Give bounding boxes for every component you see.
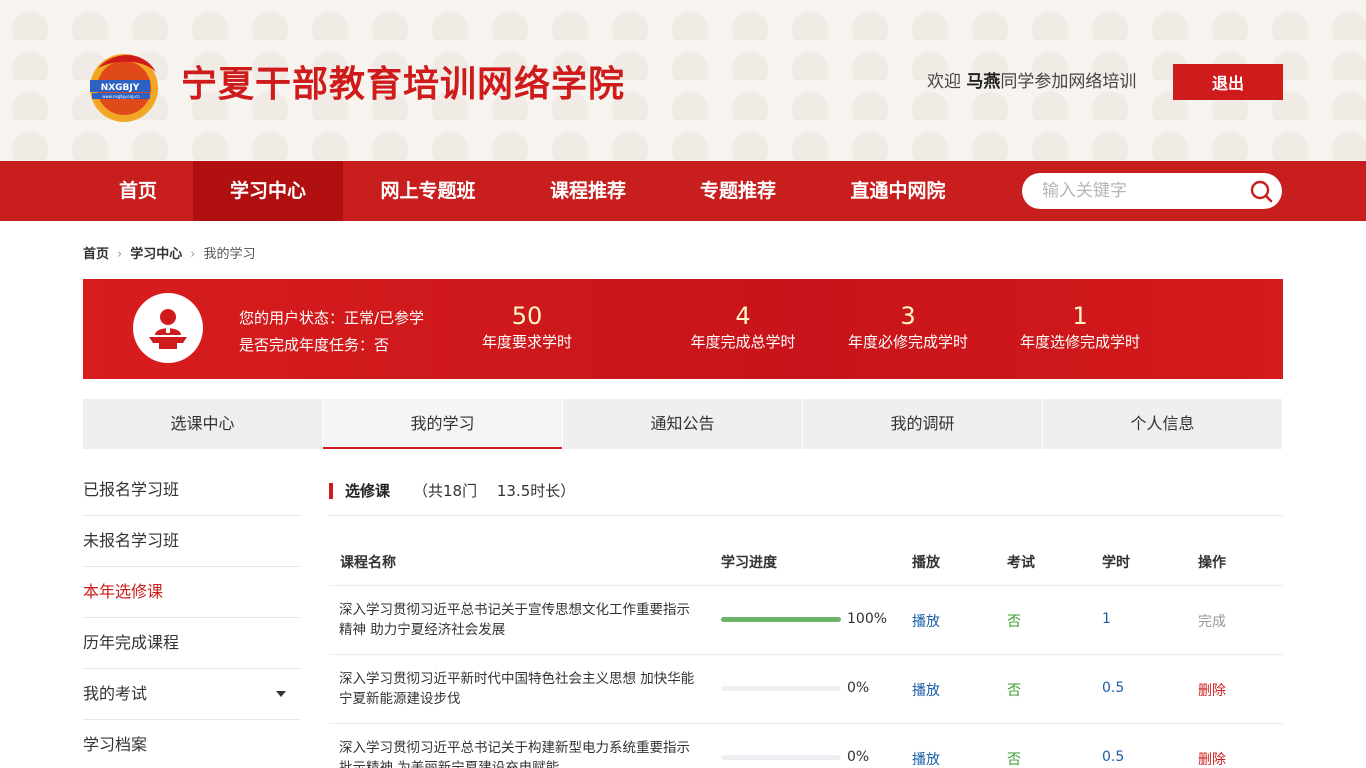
logo-text: NXGBJY	[101, 83, 140, 93]
chevron-right-icon: ›	[117, 247, 123, 262]
table-row: 深入学习贯彻习近平总书记关于构建新型电力系统重要指示批示精神 为美丽新宁夏建设充…	[329, 724, 1283, 768]
stat-required-hours: 50 年度要求学时	[467, 301, 587, 353]
course-table: 课程名称 学习进度 播放 考试 学时 操作 深入学习贯彻习近平总书记关于宣传思想…	[329, 537, 1283, 768]
site-header: NXGBJY www.nxgbjy.org.cn 宁夏干部教育培训网络学院 欢迎…	[0, 0, 1366, 161]
nav-item-learning-center[interactable]: 学习中心	[193, 161, 343, 221]
progress-bar	[721, 686, 841, 691]
delete-link[interactable]: 删除	[1198, 749, 1226, 768]
site-logo[interactable]: NXGBJY www.nxgbjy.org.cn	[84, 46, 162, 124]
progress-percent: 100%	[847, 611, 888, 627]
nav-item-home[interactable]: 首页	[83, 161, 193, 221]
user-status: 您的用户状态：正常/已参学 是否完成年度任务：否	[239, 305, 424, 359]
breadcrumb: 首页 › 学习中心 › 我的学习	[83, 243, 255, 262]
stat-value: 3	[900, 302, 916, 330]
sidebar: 已报名学习班 未报名学习班 本年选修课 历年完成课程 我的考试 学习档案	[83, 465, 300, 768]
welcome-prefix: 欢迎	[927, 72, 967, 92]
section-header: 选修课 （共18门 13.5时长）	[329, 478, 1283, 516]
nav-item-course-recommend[interactable]: 课程推荐	[513, 161, 663, 221]
tab-my-surveys[interactable]: 我的调研	[803, 399, 1042, 449]
user-name: 马燕	[966, 72, 1001, 92]
play-link[interactable]: 播放	[912, 749, 940, 768]
search-box	[1022, 173, 1282, 209]
main-nav: 首页 学习中心 网上专题班 课程推荐 专题推荐 直通中网院	[0, 161, 1366, 221]
course-name: 深入学习贯彻习近平新时代中国特色社会主义思想 加快华能宁夏新能源建设步伐	[339, 671, 695, 707]
breadcrumb-home[interactable]: 首页	[83, 243, 109, 262]
stat-value: 50	[511, 302, 543, 330]
search-input[interactable]	[1042, 179, 1242, 203]
sidebar-item-label: 我的考试	[83, 684, 148, 703]
nav-item-cela[interactable]: 直通中网院	[813, 161, 983, 221]
tab-course-selection[interactable]: 选课中心	[83, 399, 322, 449]
tab-profile[interactable]: 个人信息	[1043, 399, 1282, 449]
stat-label: 年度选修完成学时	[1019, 333, 1140, 351]
breadcrumb-learning-center[interactable]: 学习中心	[130, 243, 182, 262]
logout-button[interactable]: 退出	[1173, 64, 1283, 100]
col-header-progress: 学习进度	[721, 555, 777, 571]
stat-label: 年度完成总学时	[690, 333, 796, 351]
site-title: 宁夏干部教育培训网络学院	[181, 64, 626, 105]
col-header-play: 播放	[912, 555, 940, 571]
search-icon[interactable]	[1249, 179, 1273, 203]
breadcrumb-current: 我的学习	[203, 247, 256, 262]
user-stats-banner: 您的用户状态：正常/已参学 是否完成年度任务：否 50 年度要求学时 4 年度完…	[83, 279, 1283, 379]
nav-item-online-classes[interactable]: 网上专题班	[343, 161, 513, 221]
exam-status: 否	[1007, 614, 1021, 630]
stat-label: 年度要求学时	[481, 333, 572, 351]
stat-completed-total-hours: 4 年度完成总学时	[680, 301, 806, 353]
sidebar-item-elective-this-year[interactable]: 本年选修课	[83, 567, 300, 618]
col-header-hours: 学时	[1102, 555, 1130, 571]
col-header-course-name: 课程名称	[340, 555, 396, 571]
col-header-actions: 操作	[1198, 555, 1226, 571]
progress-percent: 0%	[847, 680, 870, 696]
tab-my-learning[interactable]: 我的学习	[323, 399, 562, 449]
course-hours: 0.5	[1102, 749, 1125, 765]
sidebar-item-unenrolled-classes[interactable]: 未报名学习班	[83, 516, 300, 567]
progress-percent: 0%	[847, 749, 870, 765]
course-name: 深入学习贯彻习近平总书记关于构建新型电力系统重要指示批示精神 为美丽新宁夏建设充…	[339, 740, 690, 768]
col-header-exam: 考试	[1007, 555, 1035, 571]
stat-required-completed-hours: 3 年度必修完成学时	[840, 301, 976, 353]
table-row: 深入学习贯彻习近平总书记关于宣传思想文化工作重要指示精神 助力宁夏经济社会发展 …	[329, 586, 1283, 655]
course-hours: 1	[1102, 611, 1111, 627]
avatar	[133, 293, 203, 363]
welcome-suffix: 同学参加网络培训	[1000, 72, 1137, 92]
course-hours: 0.5	[1102, 680, 1125, 696]
sidebar-item-learning-archive[interactable]: 学习档案	[83, 720, 300, 768]
progress-bar	[721, 755, 841, 760]
tab-notices[interactable]: 通知公告	[563, 399, 802, 449]
section-marker	[329, 483, 333, 499]
course-name: 深入学习贯彻习近平总书记关于宣传思想文化工作重要指示精神 助力宁夏经济社会发展	[339, 602, 690, 638]
delete-link[interactable]: 删除	[1198, 680, 1226, 700]
progress-bar	[721, 617, 841, 622]
exam-status: 否	[1007, 752, 1021, 768]
user-status-line: 您的用户状态：正常/已参学	[239, 309, 425, 327]
section-summary: （共18门 13.5时长）	[413, 482, 576, 500]
exam-status: 否	[1007, 683, 1021, 699]
play-link[interactable]: 播放	[912, 611, 940, 631]
stat-value: 1	[1072, 302, 1088, 330]
annual-task-line: 是否完成年度任务：否	[239, 336, 390, 354]
play-link[interactable]: 播放	[912, 680, 940, 700]
table-header: 课程名称 学习进度 播放 考试 学时 操作	[329, 537, 1283, 586]
stat-elective-completed-hours: 1 年度选修完成学时	[1012, 301, 1148, 353]
welcome-message: 欢迎 马燕同学参加网络培训	[927, 71, 1136, 93]
sidebar-item-enrolled-classes[interactable]: 已报名学习班	[83, 465, 300, 516]
sidebar-item-completed-courses[interactable]: 历年完成课程	[83, 618, 300, 669]
logo-url: www.nxgbjy.org.cn	[102, 94, 140, 99]
stat-label: 年度必修完成学时	[847, 333, 968, 351]
caret-down-icon[interactable]	[276, 691, 286, 697]
stat-value: 4	[735, 302, 751, 330]
chevron-right-icon: ›	[190, 247, 196, 262]
learning-tabs: 选课中心 我的学习 通知公告 我的调研 个人信息	[83, 399, 1283, 449]
nav-item-topic-recommend[interactable]: 专题推荐	[663, 161, 813, 221]
table-row: 深入学习贯彻习近平新时代中国特色社会主义思想 加快华能宁夏新能源建设步伐 0% …	[329, 655, 1283, 724]
status-complete: 完成	[1198, 614, 1226, 630]
section-title: 选修课	[345, 482, 391, 500]
progress-fill	[721, 617, 841, 622]
sidebar-item-my-exams[interactable]: 我的考试	[83, 669, 300, 720]
lecturer-icon	[149, 309, 187, 349]
